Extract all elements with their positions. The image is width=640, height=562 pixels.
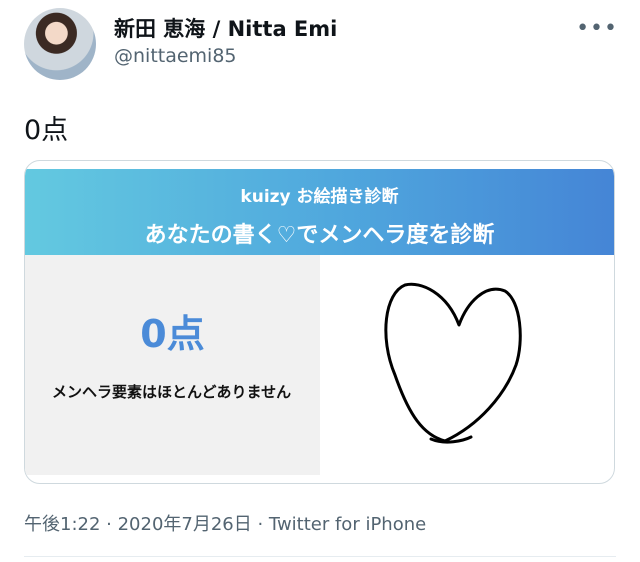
result-pane: 0点 メンヘラ要素はほとんどありません (25, 255, 320, 475)
tweet: 新田 恵海 / Nitta Emi @nittaemi85 ••• 0点 kui… (0, 0, 640, 562)
display-name[interactable]: 新田 恵海 / Nitta Emi (114, 13, 337, 43)
tweet-text: 0点 (24, 115, 69, 146)
more-options-icon[interactable]: ••• (576, 18, 618, 40)
card-title: あなたの書く♡でメンヘラ度を診断 (144, 223, 495, 248)
score: 0点 (140, 312, 205, 356)
result-description: メンヘラ要素はほとんどありません (52, 383, 292, 401)
divider (24, 556, 616, 557)
client-link[interactable]: Twitter for iPhone (269, 514, 426, 535)
tweet-meta: 午後1:22 · 2020年7月26日 · Twitter for iPhone (24, 510, 426, 536)
hand-drawn-heart-icon (384, 282, 522, 444)
drawing-area (321, 255, 614, 483)
avatar[interactable] (24, 8, 96, 80)
link-card[interactable]: kuizy お絵描き診断 あなたの書く♡でメンヘラ度を診断 0点 メンヘラ要素は… (24, 160, 615, 484)
card-header: kuizy お絵描き診断 あなたの書く♡でメンヘラ度を診断 (25, 169, 614, 255)
user-handle[interactable]: @nittaemi85 (114, 45, 237, 67)
card-brand: kuizy お絵描き診断 (240, 187, 399, 207)
timestamp[interactable]: 午後1:22 · 2020年7月26日 · (24, 514, 269, 535)
